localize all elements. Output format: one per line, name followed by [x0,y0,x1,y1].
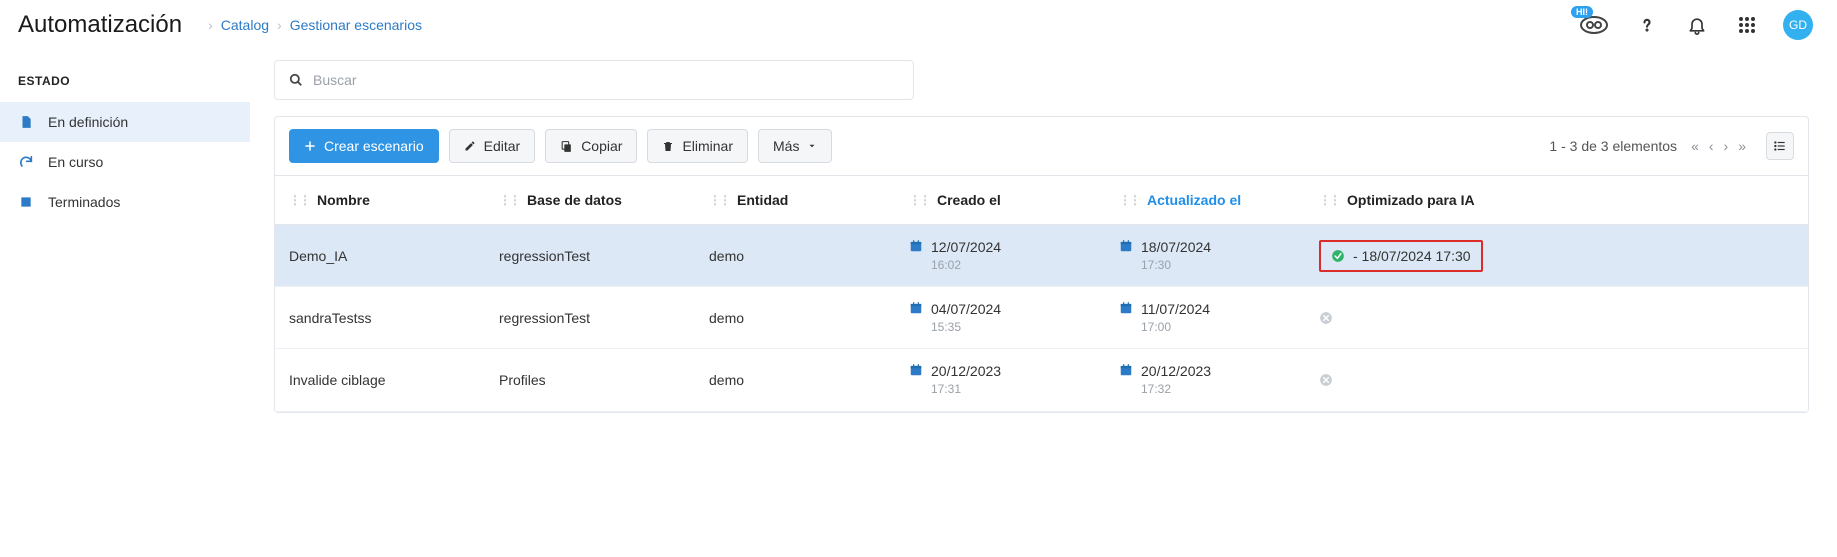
table-row[interactable]: Demo_IA regressionTest demo 12/07/2024 16:02… [275,225,1808,287]
sidebar-item-label: En definición [48,114,128,130]
pager-next-icon[interactable]: › [1722,136,1731,156]
grip-icon: ⋮⋮ [289,193,309,207]
row-name: Invalide ciblage [289,372,386,388]
col-optimized-label: Optimizado para IA [1347,192,1475,208]
sidebar-heading: ESTADO [0,64,250,102]
delete-label: Eliminar [682,138,733,154]
row-entity: demo [709,310,744,326]
grip-icon: ⋮⋮ [499,193,519,207]
row-created-date: 04/07/2024 [931,301,1001,318]
hi-badge: HI! [1571,6,1593,18]
apps-grid-icon[interactable] [1733,11,1761,39]
sidebar-item-0[interactable]: En definición [0,102,250,142]
edit-label: Editar [484,138,521,154]
row-created-time: 17:31 [931,382,1001,396]
row-created-date: 20/12/2023 [931,363,1001,380]
create-scenario-button[interactable]: Crear escenario [289,129,439,163]
breadcrumb-catalog[interactable]: Catalog [221,17,269,33]
row-name: sandraTestss [289,310,371,326]
calendar-icon [1119,363,1133,377]
list-view-toggle[interactable] [1766,132,1794,160]
pager-last-icon[interactable]: » [1736,136,1748,156]
doc-icon [18,114,34,130]
table-row[interactable]: sandraTestss regressionTest demo 04/07/2024… [275,287,1808,349]
row-optimized-text: - 18/07/2024 17:30 [1353,248,1471,264]
calendar-icon [909,301,923,315]
calendar-icon [909,363,923,377]
breadcrumb-sep: › [277,17,282,33]
help-icon[interactable] [1633,11,1661,39]
copy-label: Copiar [581,138,622,154]
check-icon [1331,249,1345,263]
brand-logo-icon[interactable]: HI! [1577,8,1611,42]
grip-icon: ⋮⋮ [1319,193,1339,207]
col-db[interactable]: ⋮⋮ Base de datos [499,192,709,208]
more-label: Más [773,138,799,154]
row-created-time: 16:02 [931,258,1001,272]
calendar-icon [909,239,923,253]
calendar-icon [1119,239,1133,253]
edit-button[interactable]: Editar [449,129,536,163]
bell-icon[interactable] [1683,11,1711,39]
sidebar-item-2[interactable]: Terminados [0,182,250,222]
search-box[interactable] [274,60,914,100]
sidebar-item-1[interactable]: En curso [0,142,250,182]
cross-icon [1319,373,1333,387]
pager-prev-icon[interactable]: ‹ [1707,136,1716,156]
cross-icon [1319,311,1333,325]
col-optimized[interactable]: ⋮⋮ Optimizado para IA [1319,192,1794,208]
create-scenario-label: Crear escenario [324,138,424,154]
search-input[interactable] [303,62,899,98]
row-name: Demo_IA [289,248,347,264]
calendar-icon [1119,301,1133,315]
row-created-time: 15:35 [931,320,1001,334]
breadcrumb-scenarios[interactable]: Gestionar escenarios [290,17,422,33]
row-db: Profiles [499,372,546,388]
col-created[interactable]: ⋮⋮ Creado el [909,192,1119,208]
row-updated-time: 17:00 [1141,320,1210,334]
table-row[interactable]: Invalide ciblage Profiles demo 20/12/2023 17… [275,349,1808,411]
pager-text: 1 - 3 de 3 elementos [1549,138,1677,154]
highlight-box: - 18/07/2024 17:30 [1319,240,1483,272]
row-db: regressionTest [499,248,590,264]
col-name[interactable]: ⋮⋮ Nombre [289,192,499,208]
row-updated-date: 18/07/2024 [1141,239,1211,256]
col-name-label: Nombre [317,192,370,208]
col-created-label: Creado el [937,192,1001,208]
copy-button[interactable]: Copiar [545,129,637,163]
sidebar-item-label: En curso [48,154,103,170]
col-updated-label: Actualizado el [1147,192,1241,208]
col-db-label: Base de datos [527,192,622,208]
row-db: regressionTest [499,310,590,326]
row-updated-date: 20/12/2023 [1141,363,1211,380]
sidebar-item-label: Terminados [48,194,120,210]
page-title: Automatización [18,11,182,39]
col-entity[interactable]: ⋮⋮ Entidad [709,192,909,208]
row-entity: demo [709,248,744,264]
col-updated[interactable]: ⋮⋮ Actualizado el [1119,192,1319,208]
breadcrumb-sep: › [208,17,213,33]
delete-button[interactable]: Eliminar [647,129,748,163]
row-updated-date: 11/07/2024 [1141,301,1210,318]
more-button[interactable]: Más [758,129,832,163]
grip-icon: ⋮⋮ [1119,193,1139,207]
table-header: ⋮⋮ Nombre ⋮⋮ Base de datos ⋮⋮ Entidad ⋮⋮ Cre… [275,176,1808,225]
row-created-date: 12/07/2024 [931,239,1001,256]
row-entity: demo [709,372,744,388]
avatar[interactable]: GD [1783,10,1813,40]
square-icon [18,194,34,210]
row-updated-time: 17:30 [1141,258,1211,272]
grip-icon: ⋮⋮ [709,193,729,207]
refresh-icon [18,154,34,170]
pager-first-icon[interactable]: « [1689,136,1701,156]
row-updated-time: 17:32 [1141,382,1211,396]
col-entity-label: Entidad [737,192,788,208]
grip-icon: ⋮⋮ [909,193,929,207]
